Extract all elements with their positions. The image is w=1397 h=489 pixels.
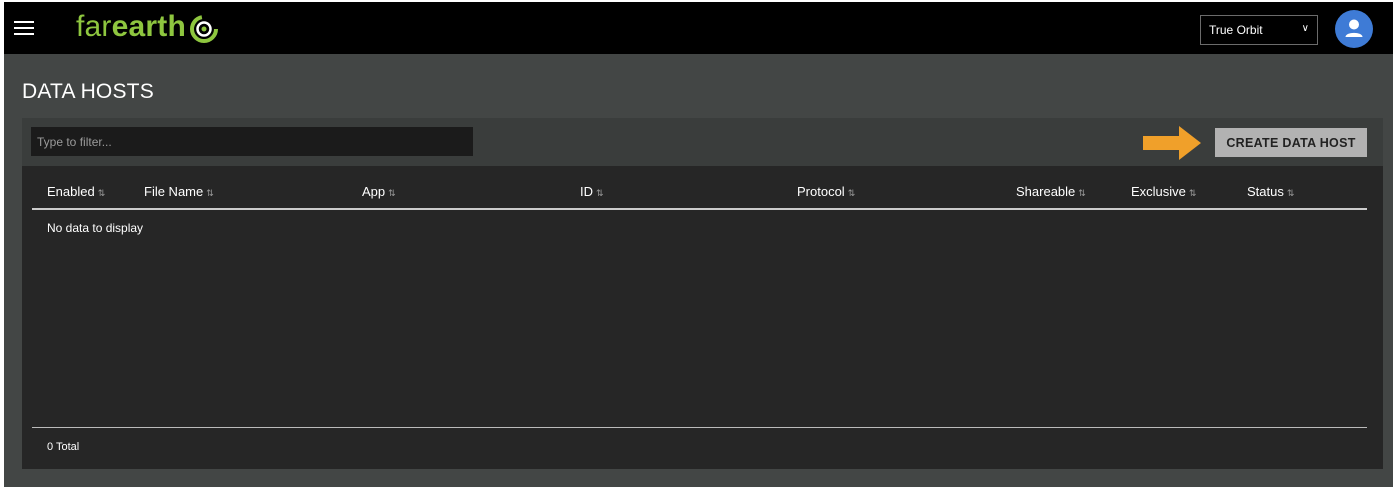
empty-table-message: No data to display (47, 221, 144, 235)
data-hosts-panel: CREATE DATA HOST Enabled⇅ File Name⇅ App… (22, 118, 1383, 469)
sort-icon: ⇅ (847, 188, 856, 198)
data-hosts-table: Enabled ⇅ File Name ⇅ App ⇅ ID ⇅ Protocol ⇅ S… (32, 166, 1367, 469)
column-header-shareable[interactable]: Shareable ⇅ (1016, 184, 1086, 199)
sort-icon: ⇅ (596, 188, 604, 198)
farearth-logo[interactable]: far earth (76, 8, 219, 46)
column-header-app[interactable]: App ⇅ (362, 184, 396, 199)
table-footer: 0 Total (32, 427, 1367, 469)
sort-icon: ⇅ (97, 188, 106, 198)
column-header-exclusive[interactable]: Exclusive ⇅ (1131, 184, 1196, 199)
user-silhouette-icon (1345, 19, 1363, 37)
top-bar: far earth True Orbit ∨ (4, 2, 1393, 54)
column-header-status[interactable]: Status ⇅ (1247, 184, 1294, 199)
organization-select-value: True Orbit (1209, 23, 1263, 37)
filter-input[interactable] (31, 127, 473, 156)
table-header: Enabled ⇅ File Name ⇅ App ⇅ ID ⇅ Protocol ⇅ S… (32, 166, 1367, 210)
total-count: 0 Total (47, 441, 80, 453)
column-header-file-name[interactable]: File Name ⇅ (144, 184, 214, 199)
arrow-right-icon (1143, 126, 1201, 160)
app-frame: farearth True Orbit ∨ DATA HOSTS CR (4, 2, 1393, 487)
logo-swirl-icon (189, 15, 218, 43)
sort-icon: ⇅ (388, 188, 396, 198)
page-title: DATA HOSTS (22, 80, 154, 103)
sort-icon: ⇅ (1286, 188, 1295, 198)
panel-toolbar: CREATE DATA HOST (22, 118, 1383, 166)
sort-icon: ⇅ (1078, 188, 1086, 198)
column-header-id[interactable]: ID ⇅ (580, 184, 604, 199)
chevron-down-icon: ∨ (1301, 23, 1309, 34)
column-header-enabled[interactable]: Enabled ⇅ (47, 184, 105, 199)
column-header-protocol[interactable]: Protocol ⇅ (797, 184, 855, 199)
create-data-host-button[interactable]: CREATE DATA HOST (1215, 128, 1367, 157)
sort-icon: ⇅ (1188, 188, 1197, 198)
organization-select[interactable]: True Orbit ∨ (1200, 15, 1318, 45)
sort-icon: ⇅ (206, 188, 214, 198)
user-avatar-icon[interactable] (1335, 10, 1373, 48)
logo-text-earth: earth (111, 10, 186, 43)
logo-text-far: far (76, 10, 112, 43)
hamburger-icon[interactable] (14, 21, 34, 35)
